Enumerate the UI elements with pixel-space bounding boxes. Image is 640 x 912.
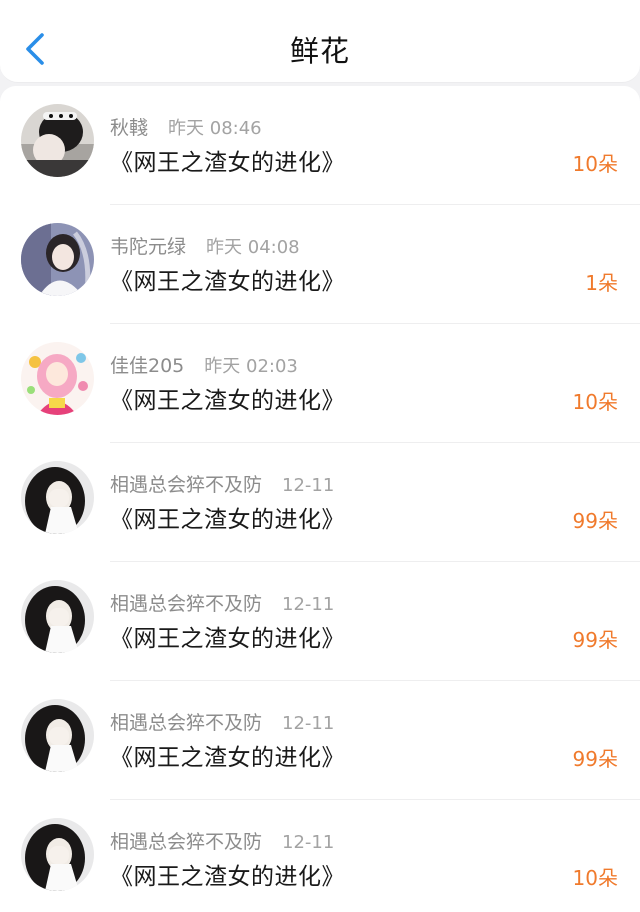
book-title[interactable]: 《网王之渣女的进化》	[110, 143, 345, 177]
avatar[interactable]	[21, 342, 94, 415]
avatar[interactable]	[21, 818, 94, 891]
book-title[interactable]: 《网王之渣女的进化》	[110, 500, 345, 534]
avatar-photo-girl-covering-face-icon	[21, 580, 94, 653]
avatar-photo-girl-covering-face-icon	[21, 461, 94, 534]
flower-count: 10朵	[572, 866, 618, 890]
flower-count: 1朵	[585, 271, 618, 295]
book-title[interactable]: 《网王之渣女的进化》	[110, 381, 345, 415]
flower-count: 99朵	[572, 509, 618, 533]
avatar[interactable]	[21, 223, 94, 296]
avatar[interactable]	[21, 104, 94, 177]
list-item[interactable]: 相遇总会猝不及防 12-11 《网王之渣女的进化》 99朵	[0, 562, 640, 681]
timestamp: 12-11	[282, 832, 335, 853]
sender-name[interactable]: 韦陀元绿	[110, 236, 186, 258]
page-title: 鲜花	[289, 34, 350, 68]
sender-name[interactable]: 相遇总会猝不及防	[110, 593, 262, 615]
sender-name[interactable]: 秋輚	[110, 117, 148, 139]
avatar[interactable]	[21, 699, 94, 772]
timestamp: 昨天 08:46	[168, 118, 262, 139]
flower-count: 10朵	[572, 390, 618, 414]
list-item[interactable]: 佳佳205 昨天 02:03 《网王之渣女的进化》 10朵	[0, 324, 640, 443]
avatar-anime-girl-pink-icon	[21, 342, 94, 415]
sender-info: 秋輚 昨天 08:46	[110, 113, 262, 140]
timestamp: 昨天 04:08	[206, 237, 300, 258]
avatar-photo-girl-bridal-icon	[21, 223, 94, 296]
sender-info: 相遇总会猝不及防 12-11	[110, 708, 334, 735]
book-title[interactable]: 《网王之渣女的进化》	[110, 262, 345, 296]
flower-count: 99朵	[572, 747, 618, 771]
timestamp: 12-11	[282, 594, 335, 615]
top-nav-bar: 鲜花	[0, 0, 640, 83]
timestamp: 12-11	[282, 475, 335, 496]
sender-info: 相遇总会猝不及防 12-11	[110, 589, 334, 616]
sender-name[interactable]: 相遇总会猝不及防	[110, 712, 262, 734]
flower-count: 10朵	[572, 152, 618, 176]
flower-gift-list: 秋輚昨天 08:46 《网王之渣女的进化》 10朵 韦陀元绿昨天 04:08	[0, 86, 640, 912]
sender-info: 相遇总会猝不及防 12-11	[110, 827, 334, 854]
timestamp: 12-11	[282, 713, 335, 734]
flower-count: 99朵	[572, 628, 618, 652]
list-item[interactable]: 相遇总会猝不及防 12-11 《网王之渣女的进化》 10朵	[0, 800, 640, 912]
avatar-photo-girl-covering-face-icon	[21, 699, 94, 772]
list-item[interactable]: 秋輚 昨天 08:46 《网王之渣女的进化》 10朵	[0, 86, 640, 205]
sender-info: 韦陀元绿 昨天 04:08	[110, 232, 300, 259]
sender-info: 相遇总会猝不及防 12-11	[110, 470, 334, 497]
sender-name[interactable]: 相遇总会猝不及防	[110, 474, 262, 496]
list-item[interactable]: 韦陀元绿 昨天 04:08 《网王之渣女的进化》 1朵	[0, 205, 640, 324]
avatar-photo-girl-covering-face-icon	[21, 818, 94, 891]
sender-name[interactable]: 佳佳205	[110, 355, 184, 377]
avatar-photo-girl-hairband-icon	[21, 104, 94, 177]
book-title[interactable]: 《网王之渣女的进化》	[110, 619, 345, 653]
timestamp: 昨天 02:03	[204, 356, 298, 377]
avatar[interactable]	[21, 461, 94, 534]
list-item[interactable]: 相遇总会猝不及防 12-11 《网王之渣女的进化》 99朵	[0, 443, 640, 562]
sender-name[interactable]: 相遇总会猝不及防	[110, 831, 262, 853]
book-title[interactable]: 《网王之渣女的进化》	[110, 857, 345, 891]
flowers-page: 鲜花 秋輚 昨天 08:46 《网王之渣女的进化》 10朵 韦陀元绿 昨天 04…	[0, 0, 640, 912]
sender-info: 佳佳205 昨天 02:03	[110, 351, 298, 378]
avatar[interactable]	[21, 580, 94, 653]
list-item[interactable]: 相遇总会猝不及防 12-11 《网王之渣女的进化》 99朵	[0, 681, 640, 800]
book-title[interactable]: 《网王之渣女的进化》	[110, 738, 345, 772]
